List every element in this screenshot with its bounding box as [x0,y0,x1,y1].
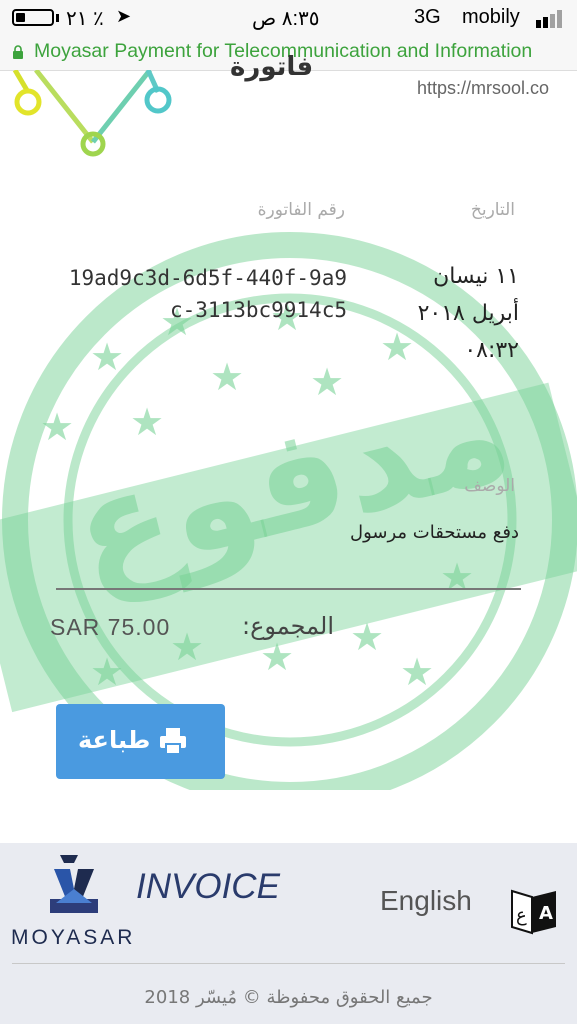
invoice-heading: INVOICE [136,867,280,906]
invoice-number-value: 19ad9c3d-6d5f-440f-9a9c-3113bc9914c5 [68,266,347,322]
moyasar-brand: MOYASAR [11,926,136,949]
svg-text:★: ★ [90,335,124,379]
status-time: ٨:٣٥ ص [252,8,320,30]
print-button-label: طباعة [78,726,151,754]
battery-level-fill [16,13,25,22]
battery-percent: ٢١ ٪ [66,8,104,30]
svg-text:A: A [539,903,553,924]
total-amount: SAR 75.00 [50,614,171,640]
svg-text:★: ★ [90,650,124,694]
svg-text:★: ★ [310,360,344,404]
paid-stamp-text: مدفوع [56,348,526,615]
total-divider [56,588,521,590]
date-label: التاريخ [470,200,515,220]
svg-text:★: ★ [400,650,434,694]
svg-text:★: ★ [40,405,74,449]
lock-icon [13,45,23,59]
translate-icon[interactable]: ع A [508,883,560,935]
network-type: 3G [414,6,441,28]
copyright-text: جميع الحقوق محفوظة © مُيسّر 2018 [144,987,433,1008]
description-label: الوصف [464,476,515,496]
location-arrow-icon: ➤ [116,6,132,26]
svg-text:★: ★ [130,400,164,444]
svg-text:★: ★ [440,555,474,599]
svg-text:★: ★ [350,615,384,659]
battery-icon [12,9,54,26]
invoice-title: فاتورة [230,52,314,82]
invoice-date-value: ١١ نيسان أبريل ٢٠١٨ ٠٨:٣٢ [417,264,519,363]
print-button[interactable]: طباعة [56,704,225,779]
invoice-number-label: رقم الفاتورة [257,200,345,220]
footer-divider [12,963,565,964]
description-value: دفع مستحقات مرسول [350,522,519,543]
status-bar: ٢١ ٪ ➤ ٨:٣٥ ص 3G mobily [0,0,577,36]
merchant-website[interactable]: https://mrsool.co [417,78,549,99]
merchant-logo [12,70,172,157]
printer-icon [160,728,186,755]
language-toggle[interactable]: English [380,885,472,917]
svg-text:★: ★ [260,635,294,679]
carrier-name: mobily [462,6,520,28]
svg-text:★: ★ [170,625,204,669]
battery-cap [56,14,59,22]
svg-text:★: ★ [210,355,244,399]
svg-text:ع: ع [516,905,527,926]
footer: MOYASAR INVOICE English ع A جميع الحقوق … [0,843,577,1024]
total-label: المجموع: [242,612,335,640]
moyasar-logo-icon [50,855,98,913]
signal-strength-icon [536,10,566,28]
